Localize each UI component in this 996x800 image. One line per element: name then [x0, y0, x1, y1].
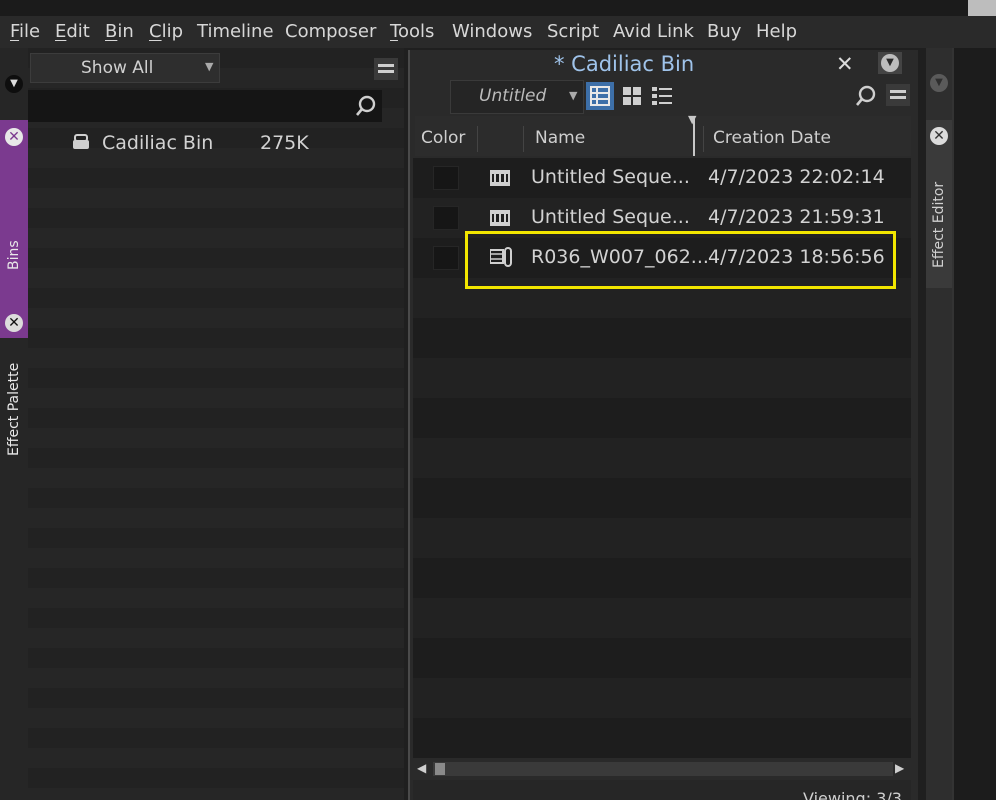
bin-view-dropdown[interactable]: Untitled ▼: [450, 80, 584, 114]
bin-status-bar: Viewing: 3/3: [413, 780, 911, 800]
table-row[interactable]: Untitled Seque... 4/7/2023 22:02:14: [413, 158, 911, 198]
bin-size: 275K: [260, 132, 309, 154]
menu-clip[interactable]: Clip: [149, 21, 183, 42]
row-creation-date: 4/7/2023 21:59:31: [708, 206, 885, 228]
bin-window-title: * Cadiliac Bin: [554, 52, 695, 76]
tab-effect-palette[interactable]: Effect Palette: [0, 338, 28, 478]
row-name: Untitled Seque...: [531, 166, 690, 188]
column-header-color[interactable]: Color: [421, 128, 465, 148]
frame-view-icon: [623, 87, 641, 105]
search-icon[interactable]: [354, 94, 378, 118]
scroll-thumb[interactable]: [435, 763, 445, 775]
right-panel: [952, 48, 996, 800]
menu-bin-rest: in: [117, 21, 134, 42]
menu-file-accel: F: [10, 21, 20, 42]
menu-tools-accel: T: [390, 21, 398, 42]
sequence-icon: [490, 170, 510, 186]
menu-bin-accel: B: [105, 21, 118, 42]
row-name: Untitled Seque...: [531, 206, 690, 228]
menu-clip-accel: C: [149, 21, 162, 42]
menu-edit-rest: dit: [66, 21, 90, 42]
menu-file[interactable]: File: [10, 21, 40, 42]
script-view-button[interactable]: [648, 82, 676, 110]
bin-view-value: Untitled: [479, 86, 547, 106]
menu-buy[interactable]: Buy: [707, 21, 741, 42]
sequence-icon: [490, 210, 510, 226]
menu-bin[interactable]: Bin: [105, 21, 134, 42]
search-icon[interactable]: [854, 84, 878, 108]
tab-menu-down-icon[interactable]: ▼: [5, 75, 23, 93]
script-view-icon: [652, 87, 672, 105]
menu-bar: File Edit Bin Clip Timeline Composer Too…: [0, 16, 996, 48]
row-creation-date: 4/7/2023 22:02:14: [708, 166, 885, 188]
column-header-name[interactable]: Name: [535, 128, 585, 148]
bin-name: Cadiliac Bin: [102, 132, 214, 154]
column-header-row: Color Name ▼ Creation Date: [415, 113, 911, 156]
menu-windows[interactable]: Windows: [452, 21, 532, 42]
menu-tools-rest: ools: [397, 21, 435, 42]
tab-effect-editor[interactable]: ✕ Effect Editor: [926, 120, 952, 288]
column-divider: [477, 126, 478, 152]
menu-composer[interactable]: Composer: [285, 21, 376, 42]
scroll-track[interactable]: [433, 762, 893, 776]
column-marker-down-icon: ▼: [688, 113, 697, 126]
bins-panel: Show All ▼ Cadiliac Bin 275K: [28, 48, 404, 800]
chevron-down-icon: ▼: [881, 54, 899, 72]
horizontal-scrollbar[interactable]: ◀ ▶: [413, 760, 909, 778]
column-divider: [523, 126, 524, 152]
viewing-count: Viewing: 3/3: [803, 789, 902, 800]
window-top-strip-dark: [0, 0, 968, 16]
bins-search-input[interactable]: [28, 90, 382, 122]
bin-fast-menu-button[interactable]: [886, 84, 910, 106]
hamburger-icon: [378, 64, 394, 73]
tab-bins[interactable]: ✕ Bins: [0, 120, 28, 338]
menu-script[interactable]: Script: [547, 21, 599, 42]
hamburger-icon: [890, 90, 906, 99]
menu-edit[interactable]: Edit: [55, 21, 90, 42]
chevron-down-icon: ▼: [205, 60, 214, 73]
scroll-left-icon[interactable]: ◀: [417, 761, 426, 775]
menu-clip-rest: lip: [161, 21, 184, 42]
color-swatch[interactable]: [433, 206, 459, 230]
tab-menu-down-icon[interactable]: ▼: [930, 74, 948, 92]
chevron-down-icon: ▼: [569, 89, 578, 102]
column-header-creation-date[interactable]: Creation Date: [713, 128, 831, 148]
tab-bins-label: Bins: [6, 240, 22, 270]
bins-panel-menu-button[interactable]: [374, 58, 398, 80]
list-view-button[interactable]: [586, 82, 614, 110]
close-effect-editor-icon[interactable]: ✕: [930, 127, 948, 145]
list-item[interactable]: Cadiliac Bin 275K: [68, 130, 398, 158]
bin-icon: [73, 134, 89, 149]
color-swatch[interactable]: [433, 246, 459, 270]
left-tab-strip: ▼ ✕ Bins ✕ Effect Palette: [0, 48, 28, 800]
menu-edit-accel: E: [55, 21, 67, 42]
menu-tools[interactable]: Tools: [390, 21, 434, 42]
highlight-box: [465, 231, 896, 289]
tab-effect-editor-label: Effect Editor: [931, 181, 947, 268]
scroll-right-icon[interactable]: ▶: [895, 761, 904, 775]
column-divider: [703, 126, 704, 152]
color-swatch[interactable]: [433, 166, 459, 190]
bin-filter-dropdown[interactable]: Show All ▼: [30, 53, 220, 83]
close-bins-tab-icon[interactable]: ✕: [5, 128, 23, 146]
frame-view-button[interactable]: [618, 82, 646, 110]
right-tab-strip: ▼ ✕ Effect Editor: [926, 48, 952, 800]
list-view-icon: [590, 86, 610, 106]
tab-effect-palette-label: Effect Palette: [6, 362, 22, 456]
menu-file-rest: ile: [19, 21, 41, 42]
bin-window-menu-button[interactable]: ▼: [878, 52, 902, 74]
menu-avid-link[interactable]: Avid Link: [613, 21, 694, 42]
close-effect-palette-icon[interactable]: ✕: [5, 314, 23, 332]
menu-timeline[interactable]: Timeline: [197, 21, 274, 42]
menu-help[interactable]: Help: [756, 21, 797, 42]
bin-filter-value: Show All: [81, 58, 154, 78]
close-icon[interactable]: ✕: [836, 52, 854, 76]
